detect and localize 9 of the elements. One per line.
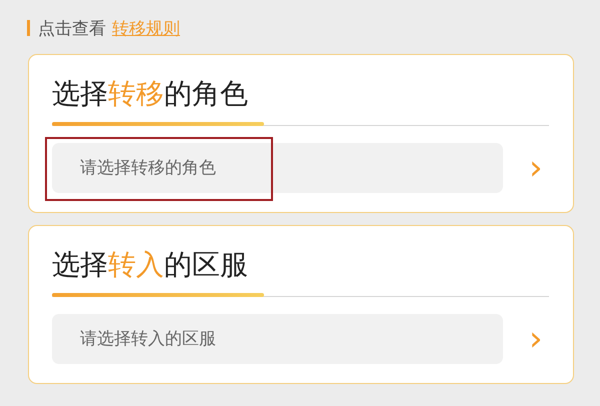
accent-bar (27, 20, 30, 36)
chevron-icon[interactable]: › (529, 151, 543, 185)
select-field[interactable]: 请选择转入的区服 (52, 314, 503, 364)
rules-prompt: 点击查看 (38, 18, 106, 40)
select-field[interactable]: 请选择转移的角色 (52, 143, 503, 193)
rules-link[interactable]: 转移规则 (112, 16, 180, 40)
card-title: 选择转移的角色 (52, 76, 249, 112)
chevron-icon[interactable]: › (529, 322, 543, 356)
card-title: 选择转入的区服 (52, 247, 249, 283)
